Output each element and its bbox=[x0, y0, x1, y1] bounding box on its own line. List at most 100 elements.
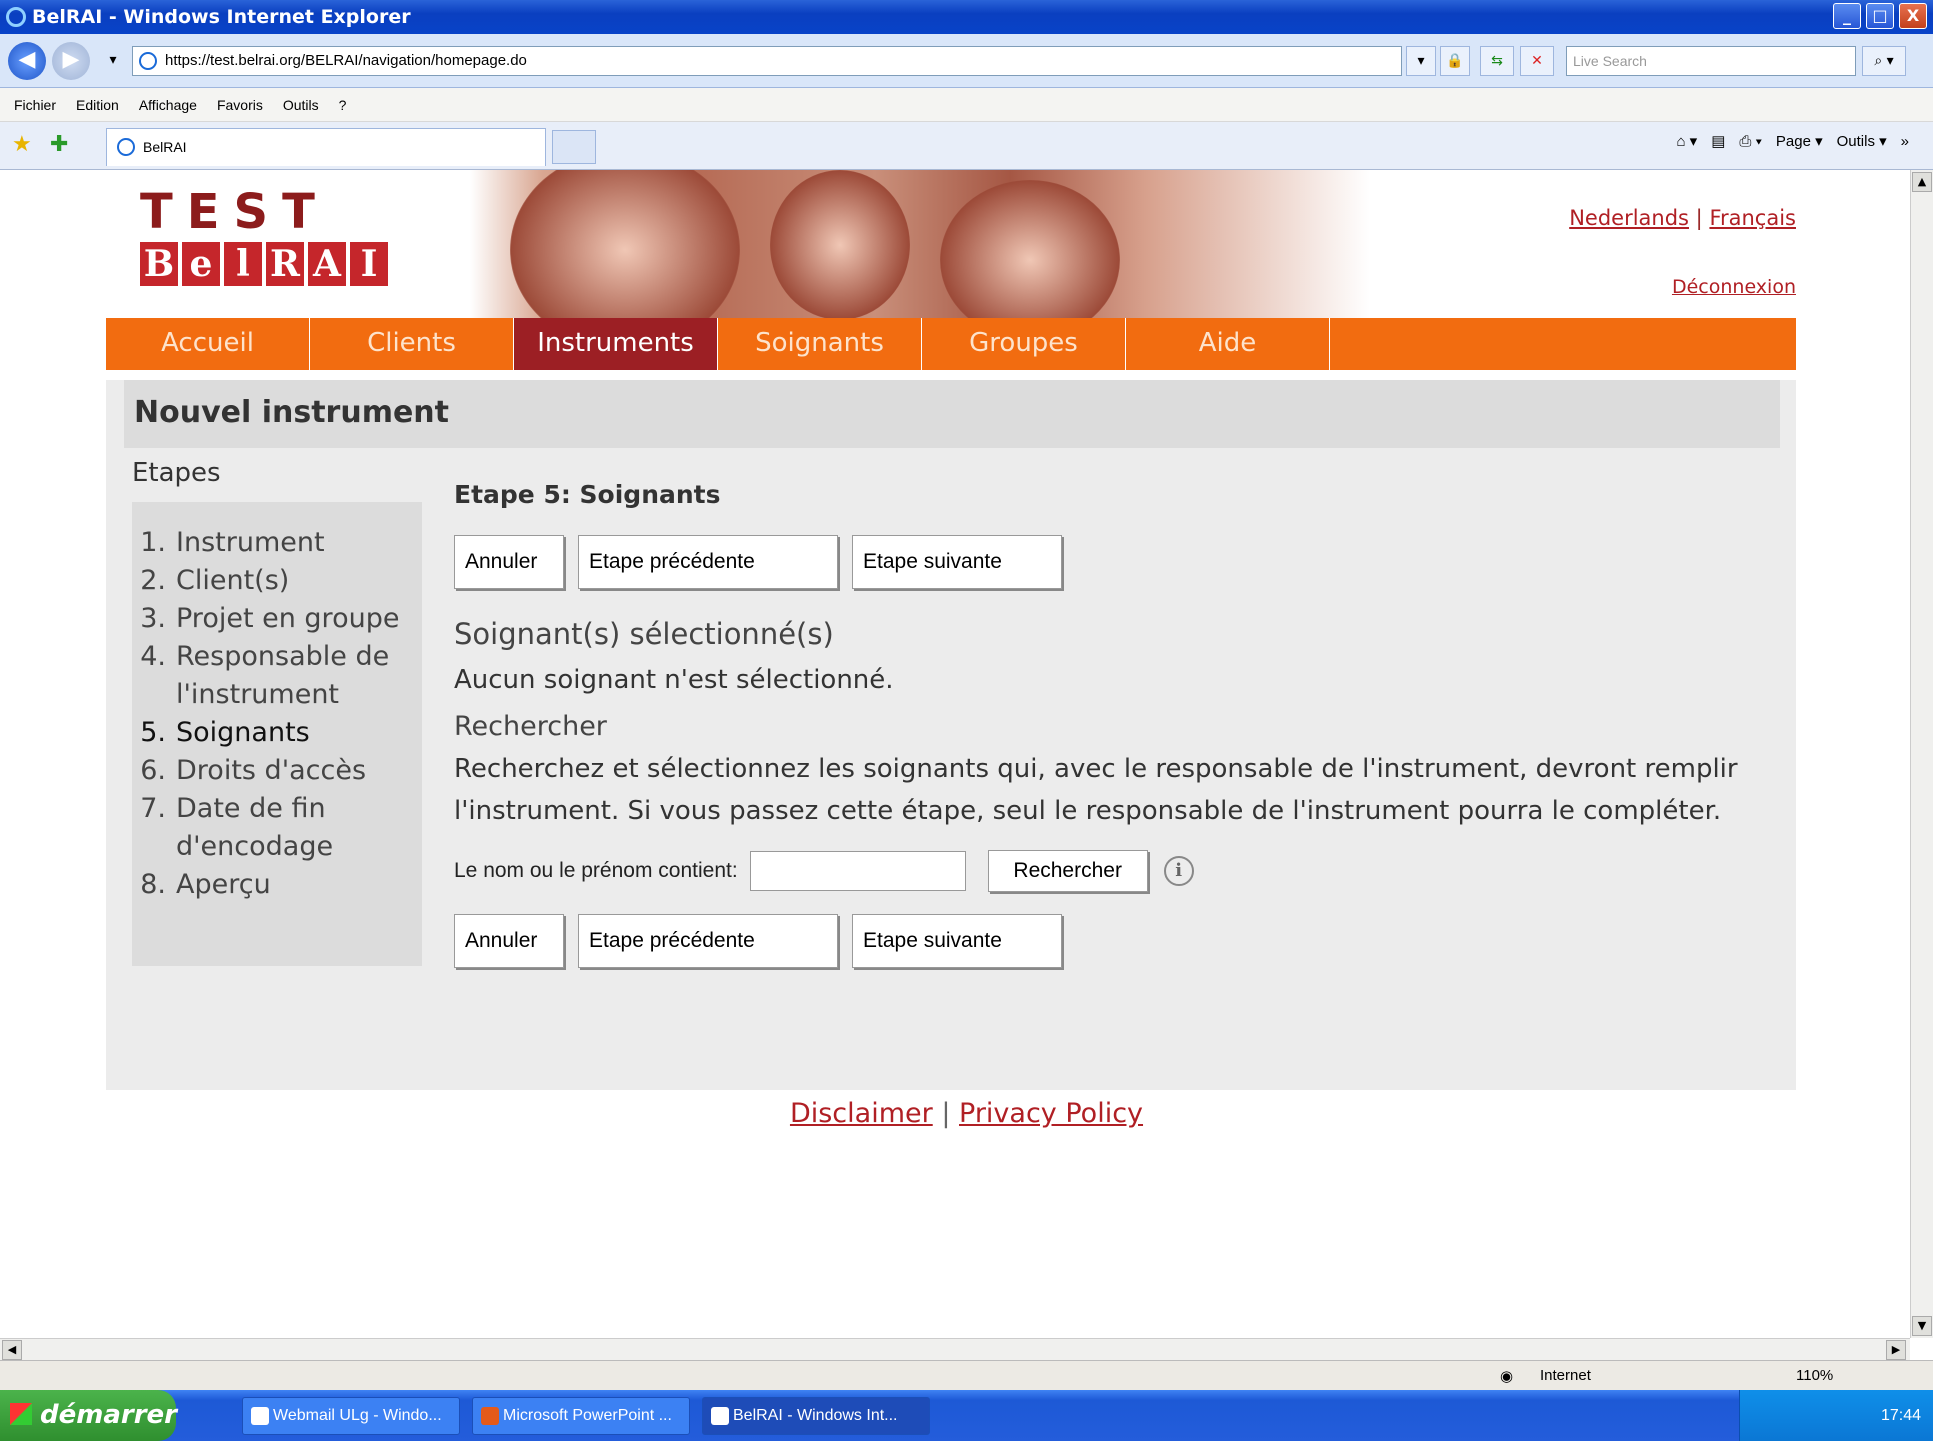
nav-accueil[interactable]: Accueil bbox=[106, 318, 310, 370]
previous-step-button[interactable]: Etape précédente bbox=[578, 914, 838, 968]
search-description: Recherchez et sélectionnez les soignants… bbox=[454, 754, 1738, 826]
step-item[interactable]: 7. Date de fin d'encodage bbox=[136, 790, 422, 866]
step-content: Etape 5: Soignants Annuler Etape précéde… bbox=[454, 480, 1774, 968]
page-menu[interactable]: Page ▾ bbox=[1776, 132, 1823, 150]
lock-icon[interactable]: 🔒 bbox=[1440, 46, 1470, 76]
url-text: https://test.belrai.org/BELRAI/navigatio… bbox=[165, 52, 527, 69]
step-label: Date de fin d'encodage bbox=[176, 793, 334, 862]
feeds-icon[interactable]: ▤ bbox=[1711, 132, 1725, 150]
privacy-policy-link[interactable]: Privacy Policy bbox=[959, 1098, 1143, 1129]
address-bar-area: ◀ ▶ ▾ https://test.belrai.org/BELRAI/nav… bbox=[0, 34, 1933, 88]
disclaimer-link[interactable]: Disclaimer bbox=[790, 1098, 933, 1129]
step-item[interactable]: 3. Projet en groupe bbox=[136, 600, 422, 638]
print-icon[interactable]: ⎙ ▾ bbox=[1739, 133, 1761, 150]
step-item[interactable]: 1. Instrument bbox=[136, 524, 422, 562]
ie-task-icon bbox=[251, 1406, 269, 1425]
nav-clients[interactable]: Clients bbox=[310, 318, 514, 370]
task-webmail[interactable]: Webmail ULg - Windo... bbox=[242, 1396, 460, 1435]
nav-aide[interactable]: Aide bbox=[1126, 318, 1330, 370]
url-input[interactable]: https://test.belrai.org/BELRAI/navigatio… bbox=[132, 46, 1402, 76]
start-button[interactable]: démarrer bbox=[0, 1390, 177, 1441]
menu-favoris[interactable]: Favoris bbox=[217, 97, 263, 113]
menu-edition[interactable]: Edition bbox=[76, 97, 119, 113]
minimize-button[interactable]: _ bbox=[1833, 3, 1861, 29]
page-title: Nouvel instrument bbox=[124, 380, 1780, 448]
tools-menu[interactable]: Outils ▾ bbox=[1837, 132, 1887, 150]
home-icon[interactable]: ⌂ ▾ bbox=[1676, 132, 1697, 150]
step-number: 5. bbox=[140, 717, 166, 748]
status-bar: ◉ Internet 110% bbox=[0, 1360, 1933, 1390]
site-header: TEST B e l R A I Nederlands | Français D… bbox=[106, 170, 1796, 350]
step-label: Projet en groupe bbox=[176, 603, 400, 634]
favorites-star-icon[interactable]: ★ bbox=[12, 132, 32, 157]
menu-fichier[interactable]: Fichier bbox=[14, 97, 56, 113]
history-dropdown-icon[interactable]: ▾ bbox=[100, 46, 126, 76]
step-item[interactable]: 8. Aperçu bbox=[136, 866, 422, 904]
cancel-button[interactable]: Annuler bbox=[454, 914, 564, 968]
step-number: 2. bbox=[140, 565, 166, 596]
page-footer: Disclaimer | Privacy Policy bbox=[0, 1098, 1910, 1129]
tab-bar: ★ ✚ BelRAI ⌂ ▾ ▤ ⎙ ▾ Page ▾ Outils ▾ » bbox=[0, 122, 1933, 170]
back-icon[interactable]: ◀ bbox=[8, 42, 46, 80]
nav-groupes[interactable]: Groupes bbox=[922, 318, 1126, 370]
window-title-bar[interactable]: BelRAI - Windows Internet Explorer _ □ X bbox=[0, 0, 1933, 34]
menu-bar: Fichier Edition Affichage Favoris Outils… bbox=[0, 88, 1933, 122]
url-dropdown-icon[interactable]: ▾ bbox=[1406, 46, 1436, 76]
logout-link[interactable]: Déconnexion bbox=[1672, 276, 1796, 298]
step-item-current: 5. Soignants bbox=[136, 714, 422, 752]
scroll-left-icon[interactable]: ◀ bbox=[2, 1340, 22, 1360]
forward-icon[interactable]: ▶ bbox=[52, 42, 90, 80]
scroll-down-icon[interactable]: ▼ bbox=[1912, 1316, 1932, 1336]
belrai-logo[interactable]: TEST B e l R A I bbox=[140, 184, 388, 286]
task-powerpoint[interactable]: Microsoft PowerPoint ... bbox=[472, 1396, 690, 1435]
cancel-button[interactable]: Annuler bbox=[454, 535, 564, 589]
step-item[interactable]: 4. Responsable de l'instrument bbox=[136, 638, 422, 714]
step-number: 6. bbox=[140, 755, 166, 786]
new-tab-button[interactable] bbox=[552, 130, 596, 164]
vertical-scrollbar[interactable]: ▲ ▼ bbox=[1910, 170, 1933, 1338]
menu-affichage[interactable]: Affichage bbox=[139, 97, 197, 113]
previous-step-button[interactable]: Etape précédente bbox=[578, 535, 838, 589]
logo-test: TEST bbox=[140, 184, 329, 240]
search-button[interactable]: Rechercher bbox=[987, 850, 1148, 892]
step-item[interactable]: 2. Client(s) bbox=[136, 562, 422, 600]
lang-fr-link[interactable]: Français bbox=[1709, 206, 1796, 230]
menu-help[interactable]: ? bbox=[339, 97, 347, 113]
info-icon[interactable]: i bbox=[1163, 856, 1194, 886]
task-label: BelRAI - Windows Int... bbox=[733, 1406, 898, 1424]
refresh-icon[interactable]: ⇆ bbox=[1480, 46, 1514, 76]
chevron-more-icon[interactable]: » bbox=[1901, 133, 1909, 150]
nav-soignants[interactable]: Soignants bbox=[718, 318, 922, 370]
step-item[interactable]: 6. Droits d'accès bbox=[136, 752, 422, 790]
main-panel: Nouvel instrument Etapes 1. Instrument 2.… bbox=[106, 380, 1796, 1090]
search-icon[interactable]: ⌕ ▾ bbox=[1862, 46, 1906, 76]
scroll-right-icon[interactable]: ▶ bbox=[1886, 1340, 1906, 1360]
stop-icon[interactable]: ✕ bbox=[1520, 46, 1554, 76]
status-zone: Internet bbox=[1540, 1367, 1591, 1384]
maximize-button[interactable]: □ bbox=[1866, 3, 1894, 29]
next-step-button[interactable]: Etape suivante bbox=[852, 535, 1062, 589]
bottom-button-row: Annuler Etape précédente Etape suivante bbox=[454, 914, 1774, 968]
horizontal-scrollbar[interactable]: ◀ ▶ bbox=[0, 1338, 1910, 1360]
lang-nl-link[interactable]: Nederlands bbox=[1569, 206, 1689, 230]
close-window-button[interactable]: X bbox=[1899, 3, 1927, 29]
live-search-input[interactable]: Live Search bbox=[1566, 46, 1856, 76]
scroll-up-icon[interactable]: ▲ bbox=[1912, 172, 1932, 192]
search-input[interactable] bbox=[749, 851, 966, 891]
windows-flag-icon bbox=[10, 1403, 32, 1425]
next-step-button[interactable]: Etape suivante bbox=[852, 914, 1062, 968]
page-viewport: TEST B e l R A I Nederlands | Français D… bbox=[0, 170, 1910, 1338]
zoom-level[interactable]: 110% bbox=[1796, 1367, 1833, 1384]
task-belrai[interactable]: BelRAI - Windows Int... bbox=[702, 1396, 930, 1435]
add-favorite-icon[interactable]: ✚ bbox=[50, 132, 68, 157]
tab-belrai[interactable]: BelRAI bbox=[106, 128, 546, 166]
menu-outils[interactable]: Outils bbox=[283, 97, 319, 113]
selected-text: Aucun soignant n'est sélectionné. bbox=[454, 665, 894, 695]
nav-instruments[interactable]: Instruments bbox=[514, 318, 718, 370]
search-label: Le nom ou le prénom contient: bbox=[454, 859, 738, 882]
security-zone-icon: ◉ bbox=[1500, 1368, 1514, 1385]
clock[interactable]: 17:44 bbox=[1881, 1407, 1921, 1424]
ie-icon bbox=[6, 7, 26, 27]
language-switcher: Nederlands | Français bbox=[1569, 206, 1796, 230]
step-label: Client(s) bbox=[176, 565, 290, 596]
